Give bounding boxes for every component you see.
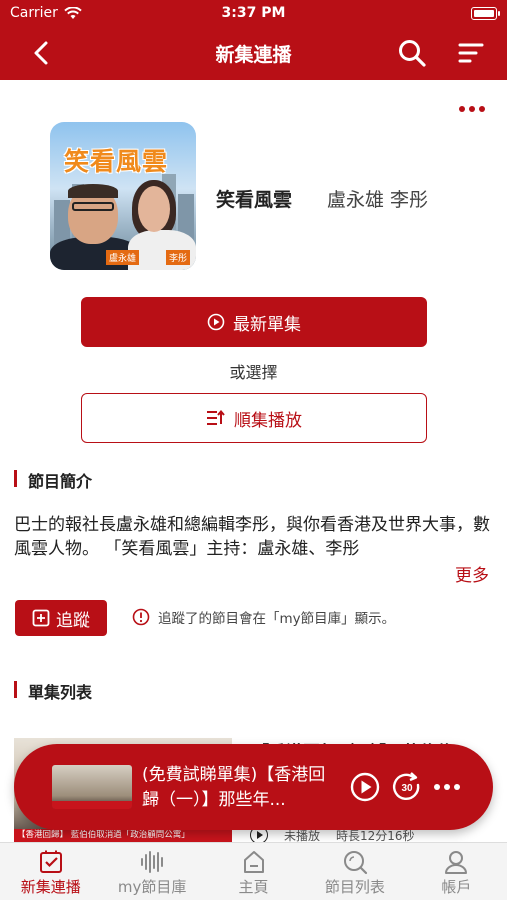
plus-square-icon	[32, 609, 50, 627]
status-time: 3:37 PM	[221, 5, 286, 21]
follow-note-text: 追蹤了的節目會在「my節目庫」顯示。	[158, 611, 396, 627]
account-icon	[445, 851, 468, 874]
tab-label: my節目庫	[117, 878, 187, 896]
tab-home[interactable]: 主頁	[203, 843, 304, 900]
play-button-icon[interactable]	[350, 772, 380, 802]
status-bar: Carrier 3:37 PM	[0, 0, 507, 28]
tab-account[interactable]: 帳戶	[406, 843, 507, 900]
playlist-icon	[207, 410, 225, 425]
top-bar: Carrier 3:37 PM 新集連播	[0, 0, 507, 80]
battery-icon	[471, 7, 500, 20]
info-icon	[132, 608, 150, 626]
episodes-heading: 單集列表	[14, 679, 92, 703]
podcast-cover: 笑看風雲 盧永雄 李彤	[50, 122, 196, 270]
follow-label: 追蹤	[56, 610, 90, 631]
sequential-play-label: 順集播放	[234, 410, 302, 431]
follow-button[interactable]: 追蹤	[15, 600, 107, 636]
skip-seconds-label: 30	[401, 783, 413, 794]
intro-description: 巴士的報社長盧永雄和總編輯李彤，與你看香港及世界大事，數風雲人物。 「笑看風雲」…	[14, 515, 490, 559]
play-circle-icon	[207, 313, 225, 331]
home-icon	[243, 851, 264, 873]
player-more-icon[interactable]	[434, 784, 460, 790]
tab-new-episodes[interactable]: 新集連播	[0, 843, 101, 900]
skip-forward-30-icon[interactable]: 30	[391, 771, 423, 803]
more-link[interactable]: 更多	[455, 561, 489, 586]
follow-note: 追蹤了的節目會在「my節目庫」顯示。	[132, 607, 395, 627]
latest-episode-label: 最新單集	[233, 314, 301, 335]
latest-episode-button[interactable]: 最新單集	[81, 297, 427, 347]
tab-bar: 新集連播 my節目庫 主頁 節目列表 帳戶	[0, 842, 507, 900]
player-thumbnail	[52, 765, 132, 809]
sort-menu-icon[interactable]	[457, 40, 485, 66]
tab-label: 節目列表	[324, 878, 385, 896]
page-title: 新集連播	[215, 44, 292, 66]
cover-host-tag: 盧永雄	[106, 250, 140, 265]
tab-label: 主頁	[238, 878, 269, 896]
podcast-name: 笑看風雲	[216, 189, 293, 211]
tab-program-list[interactable]: 節目列表	[304, 843, 405, 900]
episode-thumb-caption: 【香港回歸】 藍伯伯取消過「政治顧問公寓」	[14, 829, 232, 842]
tab-label: 帳戶	[441, 878, 472, 896]
or-choose-label: 或選擇	[229, 363, 278, 382]
mini-player[interactable]: (免費試睇單集)【香港回歸（一）】那些年... 30	[14, 744, 493, 830]
tab-library[interactable]: my節目庫	[101, 843, 202, 900]
new-episodes-icon	[39, 850, 62, 873]
sequential-play-button[interactable]: 順集播放	[81, 393, 427, 443]
cover-host-tag: 李彤	[165, 250, 190, 265]
podcast-hosts: 盧永雄 李彤	[327, 189, 429, 211]
tab-label: 新集連播	[20, 878, 81, 896]
player-title[interactable]: (免費試睇單集)【香港回歸（一）】那些年...	[142, 763, 342, 813]
cover-title: 笑看風雲	[64, 147, 169, 176]
program-list-icon	[343, 851, 368, 875]
library-icon	[141, 851, 164, 873]
search-icon[interactable]	[397, 38, 427, 68]
more-options-icon[interactable]	[459, 106, 485, 112]
intro-heading: 節目簡介	[14, 468, 92, 492]
